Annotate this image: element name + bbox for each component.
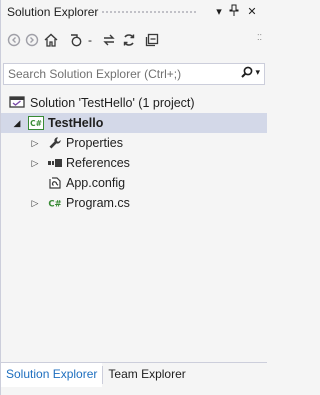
toolbar-overflow-icon[interactable]: ⁚⁚: [257, 33, 263, 42]
program-cs-label: Program.cs: [66, 196, 130, 210]
title-bar: Solution Explorer ▾ ✕: [1, 0, 267, 24]
chevron-down-icon: ▾: [255, 66, 260, 77]
svg-text:C#: C#: [30, 119, 42, 128]
expand-arrow-icon[interactable]: ▷: [30, 198, 40, 208]
collapse-arrow-icon[interactable]: ◢: [12, 118, 22, 128]
tree-node-references[interactable]: ▷ References: [1, 153, 267, 173]
history-dropdown-icon[interactable]: -: [85, 31, 95, 49]
solution-tree: Solution 'TestHello' (1 project) ◢ C# Te…: [1, 92, 267, 213]
refresh-icon[interactable]: [120, 31, 138, 49]
tree-node-project[interactable]: ◢ C# TestHello: [1, 113, 267, 133]
pin-icon[interactable]: [227, 4, 241, 20]
solution-explorer-panel: Solution Explorer ▾ ✕ - ⁚⁚ Search Soluti…: [0, 0, 267, 395]
csharp-file-icon: C#: [47, 195, 63, 211]
expand-arrow-icon[interactable]: ▷: [30, 138, 40, 148]
drag-grip[interactable]: [101, 10, 196, 15]
app-config-label: App.config: [66, 176, 126, 190]
back-icon[interactable]: [5, 31, 23, 49]
search-input[interactable]: [4, 66, 230, 82]
tab-solution-explorer[interactable]: Solution Explorer: [1, 363, 103, 387]
sync-icon[interactable]: [100, 31, 118, 49]
project-label: TestHello: [48, 116, 104, 130]
toolbar: - ⁚⁚: [1, 27, 267, 53]
home-icon[interactable]: [42, 31, 60, 49]
wrench-icon: [47, 135, 63, 151]
tree-node-program-cs[interactable]: ▷ C# Program.cs: [1, 193, 267, 213]
tree-node-app-config[interactable]: App.config: [1, 173, 267, 193]
close-icon[interactable]: ✕: [245, 4, 259, 20]
panel-title: Solution Explorer: [7, 5, 99, 19]
bottom-tab-strip: Solution Explorer Team Explorer: [1, 362, 267, 389]
references-icon: [47, 155, 63, 171]
csharp-project-icon: C#: [28, 115, 44, 131]
search-options-button[interactable]: ▾: [241, 66, 260, 78]
references-label: References: [66, 156, 130, 170]
solution-label: Solution 'TestHello' (1 project): [30, 95, 195, 110]
window-menu-dropdown-icon[interactable]: ▾: [212, 4, 226, 20]
collapse-all-icon[interactable]: [143, 31, 161, 49]
forward-icon[interactable]: [23, 31, 41, 49]
tab-team-explorer[interactable]: Team Explorer: [103, 363, 190, 385]
solution-icon: [9, 95, 25, 111]
search-box: ▾: [3, 63, 265, 85]
expand-arrow-icon[interactable]: ▷: [30, 158, 40, 168]
properties-label: Properties: [66, 136, 123, 150]
history-icon[interactable]: [67, 31, 85, 49]
tree-node-solution[interactable]: Solution 'TestHello' (1 project): [1, 92, 267, 113]
tree-node-properties[interactable]: ▷ Properties: [1, 133, 267, 153]
search-icon: [241, 66, 253, 78]
config-file-icon: [47, 175, 63, 191]
svg-text:C#: C#: [48, 200, 61, 210]
